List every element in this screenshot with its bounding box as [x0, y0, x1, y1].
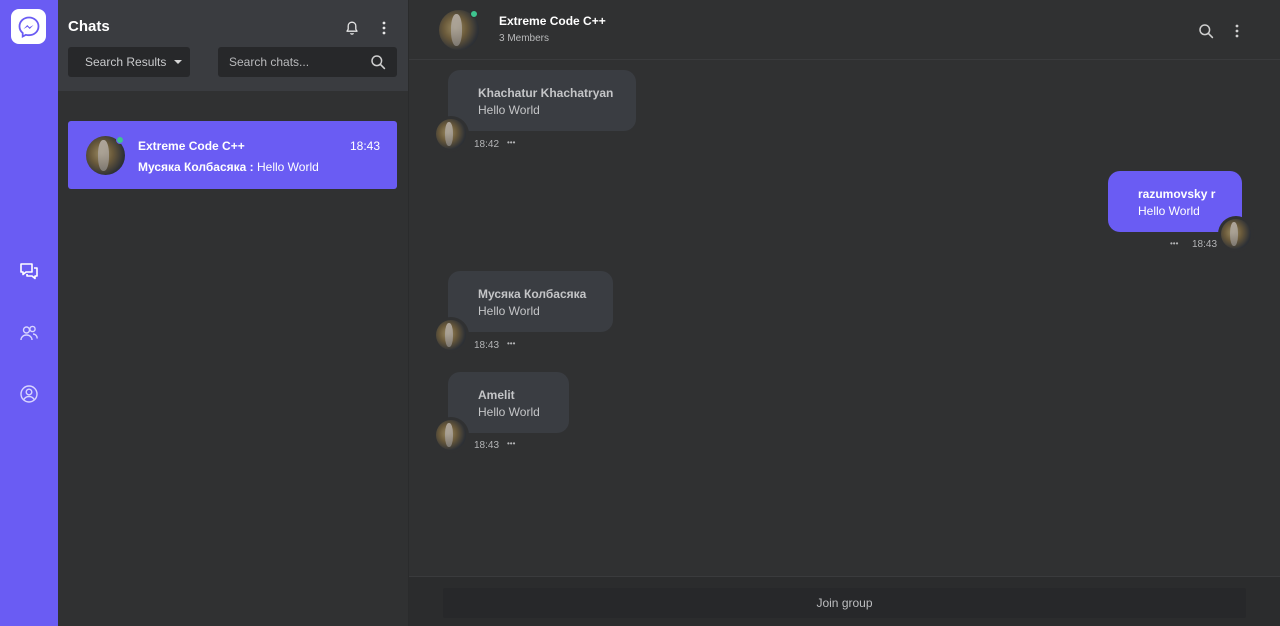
sender-avatar[interactable]	[1218, 216, 1254, 252]
conversation-panel: Extreme Code C++ 3 Members Khachatur Kha…	[408, 0, 1280, 626]
message-bubble: Мусяка Колбасяка Hello World	[448, 271, 613, 332]
kebab-menu-icon	[1235, 24, 1239, 38]
conversation-menu-button[interactable]	[1227, 21, 1247, 41]
message-text: Hello World	[478, 304, 540, 318]
message-sender: Khachatur Khachatryan	[478, 86, 614, 100]
message-text: Hello World	[1138, 204, 1200, 218]
online-status-dot	[116, 136, 124, 144]
message-bubble: Khachatur Khachatryan Hello World	[448, 70, 636, 131]
contacts-icon	[20, 325, 38, 341]
message-sender: Amelit	[478, 388, 515, 402]
message-text: Hello World	[478, 103, 540, 117]
message-options-button[interactable]: •••	[1170, 239, 1178, 249]
member-count: 3 Members	[499, 33, 550, 44]
message-options-button[interactable]: •••	[507, 439, 515, 449]
message-options-button[interactable]: •••	[507, 138, 515, 148]
message-text: Hello World	[478, 405, 540, 419]
chat-list-menu-button[interactable]	[374, 18, 394, 38]
kebab-menu-icon	[382, 21, 386, 35]
notifications-button[interactable]	[342, 18, 362, 38]
caret-down-icon	[174, 60, 183, 64]
search-filter-dropdown[interactable]: Search Results	[68, 47, 190, 77]
conversation-header: Extreme Code C++ 3 Members	[409, 0, 1280, 60]
message-bubble: Amelit Hello World	[448, 372, 569, 433]
chat-search-input[interactable]	[218, 47, 368, 77]
join-group-button[interactable]: Join group	[443, 588, 1246, 618]
search-icon	[1199, 24, 1214, 39]
search-icon[interactable]	[370, 54, 386, 70]
chat-item-preview-text: Hello World	[253, 160, 319, 174]
messenger-app: Chats Search Results Search chats... Ext…	[0, 0, 1280, 626]
message-time: 18:42	[474, 139, 500, 150]
bell-icon	[346, 21, 358, 35]
message-time: 18:43	[1192, 239, 1218, 250]
rail-contacts-button[interactable]	[16, 320, 42, 346]
chat-list-panel: Chats Search Results Search chats... Ext…	[58, 0, 408, 626]
messenger-icon	[18, 16, 39, 38]
online-status-dot	[470, 10, 478, 18]
chat-item-name: Extreme Code C++	[138, 139, 245, 153]
conversation-search-button[interactable]	[1196, 21, 1216, 41]
avatar	[436, 119, 466, 149]
rail-profile-button[interactable]	[16, 381, 42, 407]
conversation-footer: Join group	[409, 576, 1280, 626]
profile-icon	[20, 385, 38, 403]
avatar	[1221, 219, 1251, 249]
chat-search-box	[218, 47, 397, 77]
sender-avatar[interactable]	[433, 417, 469, 453]
sender-avatar[interactable]	[433, 317, 469, 353]
rail-chats-button[interactable]	[16, 258, 42, 284]
chat-item-preview: Мусяка Колбасяка : Hello World	[138, 160, 319, 174]
message-sender: Мусяка Колбасяка	[478, 287, 587, 301]
search-filter-label: Search Results	[85, 55, 167, 69]
conversation-title[interactable]: Extreme Code C++	[499, 14, 606, 28]
message-sender: razumovsky r	[1138, 187, 1216, 201]
message-time: 18:43	[474, 440, 500, 451]
message-options-button[interactable]: •••	[507, 339, 515, 349]
side-rail	[0, 0, 58, 626]
message-time: 18:43	[474, 340, 500, 351]
chat-list-item[interactable]: Extreme Code C++ 18:43 Мусяка Колбасяка …	[68, 121, 397, 189]
chat-list-header: Chats Search Results	[58, 0, 408, 91]
chat-list-title: Chats	[68, 18, 110, 35]
chat-item-time: 18:43	[349, 139, 380, 153]
avatar	[436, 320, 466, 350]
messenger-logo[interactable]	[11, 9, 46, 44]
sender-avatar[interactable]	[433, 116, 469, 152]
chats-icon	[20, 263, 38, 280]
avatar	[436, 420, 466, 450]
chat-item-preview-sender: Мусяка Колбасяка :	[138, 160, 254, 174]
